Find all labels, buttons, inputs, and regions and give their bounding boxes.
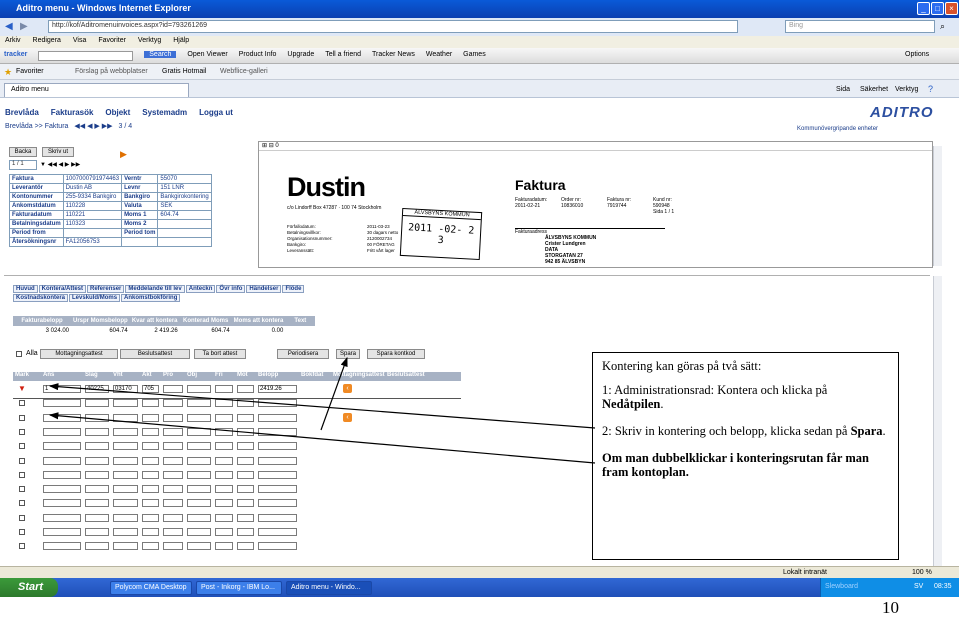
- lang-indicator[interactable]: SV: [914, 583, 923, 590]
- page-number: 10: [882, 598, 899, 617]
- task-lotus-notes[interactable]: Post - Inkorg - IBM Lo...: [196, 581, 282, 595]
- zoom-level[interactable]: 100 %: [912, 569, 932, 576]
- status-bar: Lokalt intranät 100 %: [0, 566, 959, 578]
- clock: 08:35: [934, 583, 952, 590]
- tray-label: Slewboard: [825, 583, 859, 590]
- start-button[interactable]: Start: [0, 578, 58, 597]
- task-polycom[interactable]: Polycom CMA Desktop: [110, 581, 192, 595]
- system-tray: Slewboard SV 08:35: [820, 578, 959, 597]
- annotation-arrows: [48, 356, 596, 464]
- task-aditro-menu[interactable]: Aditro menu - Windo...: [286, 581, 372, 595]
- arrow-to-spara: [320, 356, 348, 431]
- status-zone: Lokalt intranät: [783, 569, 827, 576]
